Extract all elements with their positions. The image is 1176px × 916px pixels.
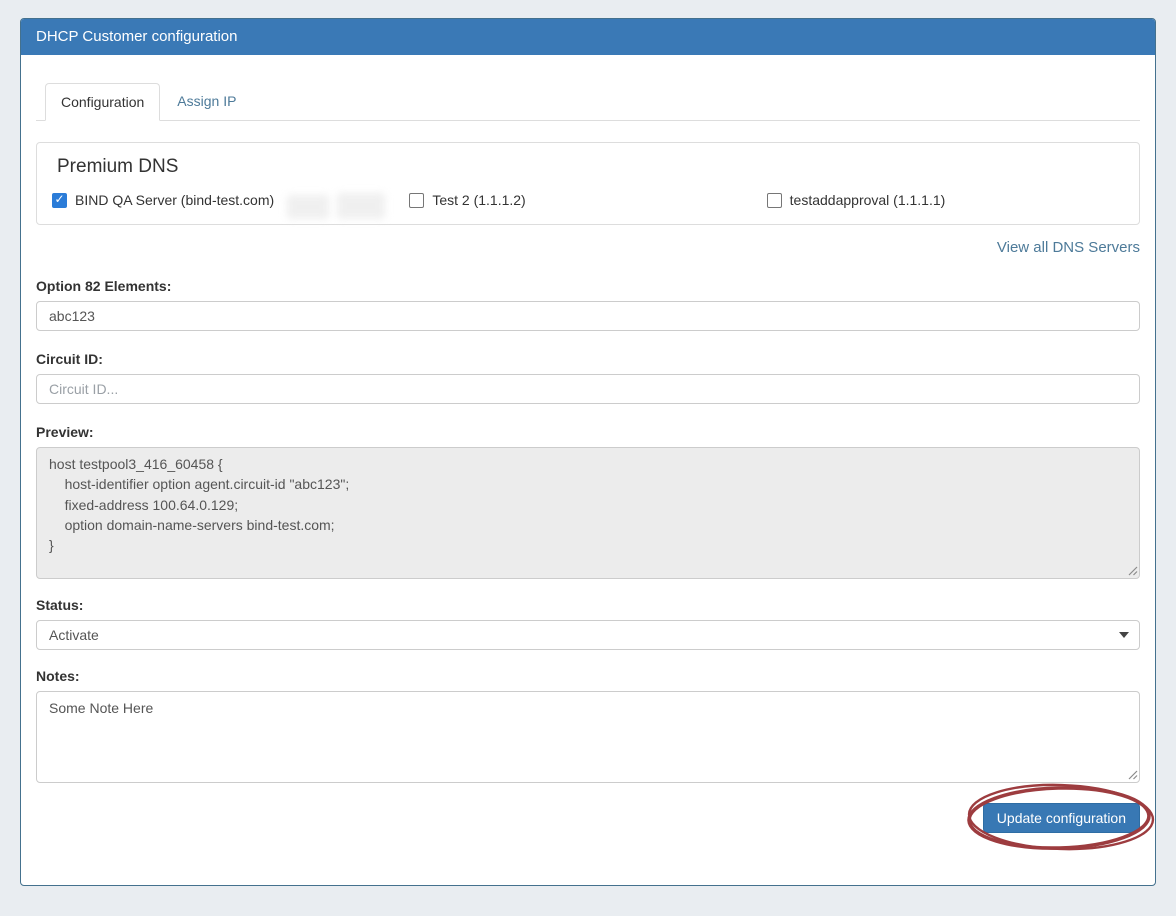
panel-body: Configuration Assign IP Premium DNS BIND… <box>21 55 1155 833</box>
dns-server-option: testaddapproval (1.1.1.1) <box>767 192 1124 208</box>
form-footer: Update configuration <box>36 803 1140 833</box>
circuit-id-label: Circuit ID: <box>36 351 1140 367</box>
tab-bar: Configuration Assign IP <box>36 83 1140 121</box>
checkbox-checked-icon[interactable] <box>52 193 67 208</box>
dns-link-row: View all DNS Servers <box>36 239 1140 256</box>
dns-server-label: testaddapproval (1.1.1.1) <box>790 192 946 208</box>
resize-grip-icon[interactable] <box>1127 769 1138 780</box>
notes-textarea[interactable]: Some Note Here <box>36 691 1140 783</box>
resize-grip-icon[interactable] <box>1127 565 1138 576</box>
notes-label: Notes: <box>36 668 1140 684</box>
redaction-smudge <box>287 195 329 219</box>
update-configuration-button[interactable]: Update configuration <box>983 803 1140 833</box>
checkbox-unchecked-icon[interactable] <box>409 193 424 208</box>
tab-configuration[interactable]: Configuration <box>45 83 160 121</box>
redaction-smudge <box>337 193 385 219</box>
panel-title: DHCP Customer configuration <box>21 19 1155 55</box>
dns-server-label: Test 2 (1.1.1.2) <box>432 192 525 208</box>
tab-assign-ip[interactable]: Assign IP <box>162 83 251 121</box>
status-select[interactable]: Activate <box>36 620 1140 650</box>
premium-dns-heading: Premium DNS <box>52 156 1124 178</box>
view-all-dns-servers-link[interactable]: View all DNS Servers <box>997 239 1140 256</box>
circuit-id-input[interactable] <box>36 374 1140 404</box>
notes-group: Notes: Some Note Here <box>36 668 1140 783</box>
preview-group: Preview: host testpool3_416_60458 { host… <box>36 424 1140 579</box>
dhcp-form: Option 82 Elements: Circuit ID: Preview:… <box>36 278 1140 833</box>
dhcp-config-panel: DHCP Customer configuration Configuratio… <box>20 18 1156 886</box>
preview-label: Preview: <box>36 424 1140 440</box>
dns-checkbox-bind-qa-server[interactable]: BIND QA Server (bind-test.com) <box>52 192 274 208</box>
dns-server-label: BIND QA Server (bind-test.com) <box>75 192 274 208</box>
checkbox-unchecked-icon[interactable] <box>767 193 782 208</box>
option82-group: Option 82 Elements: <box>36 278 1140 331</box>
option82-input[interactable] <box>36 301 1140 331</box>
status-label: Status: <box>36 597 1140 613</box>
dns-server-row: BIND QA Server (bind-test.com) Test 2 (1… <box>52 192 1124 208</box>
premium-dns-section: Premium DNS BIND QA Server (bind-test.co… <box>36 142 1140 225</box>
dns-checkbox-testaddapproval[interactable]: testaddapproval (1.1.1.1) <box>767 192 946 208</box>
option82-label: Option 82 Elements: <box>36 278 1140 294</box>
circuit-id-group: Circuit ID: <box>36 351 1140 404</box>
dns-checkbox-test2[interactable]: Test 2 (1.1.1.2) <box>409 192 525 208</box>
preview-textarea[interactable]: host testpool3_416_60458 { host-identifi… <box>36 447 1140 579</box>
dns-server-option: Test 2 (1.1.1.2) <box>409 192 766 208</box>
status-group: Status: Activate <box>36 597 1140 650</box>
